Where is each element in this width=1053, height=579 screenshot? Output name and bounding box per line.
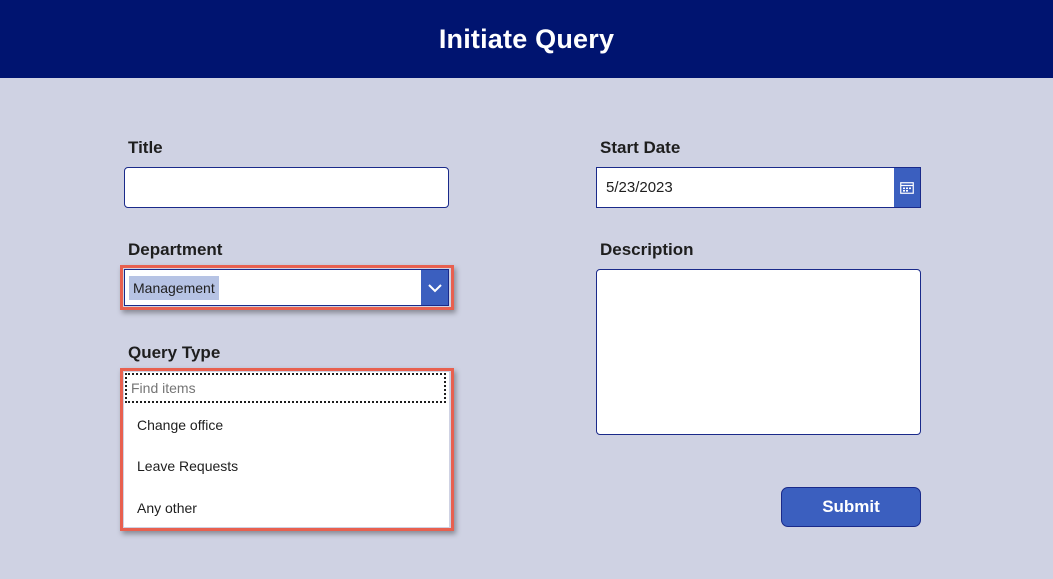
chevron-down-icon	[427, 283, 442, 292]
start-date-picker[interactable]: 5/23/2023	[596, 167, 921, 208]
start-date-label: Start Date	[600, 138, 681, 157]
title-input[interactable]	[124, 167, 449, 208]
query-type-option[interactable]: Any other	[137, 500, 197, 516]
submit-button[interactable]: Submit	[781, 487, 921, 527]
query-type-search-input[interactable]	[125, 373, 446, 403]
calendar-icon	[900, 181, 914, 194]
header-bar: Initiate Query	[0, 0, 1053, 78]
start-date-value[interactable]: 5/23/2023	[597, 179, 894, 196]
query-type-label: Query Type	[128, 343, 221, 362]
page-title: Initiate Query	[438, 23, 615, 54]
query-type-option[interactable]: Leave Requests	[137, 458, 238, 474]
calendar-button[interactable]	[894, 168, 920, 207]
department-dropdown-toggle[interactable]	[421, 270, 448, 305]
department-selected-value[interactable]: Management	[129, 275, 219, 300]
title-label: Title	[128, 138, 163, 157]
department-dropdown[interactable]: Management	[124, 269, 449, 306]
description-label: Description	[600, 240, 694, 259]
query-type-combobox[interactable]: Change office Leave Requests Any other	[124, 372, 449, 527]
query-type-option[interactable]: Change office	[137, 417, 223, 433]
description-textarea[interactable]	[596, 269, 921, 435]
department-label: Department	[128, 240, 223, 259]
app-screen: Initiate Query Title Start Date 5/23/202…	[0, 0, 1053, 579]
